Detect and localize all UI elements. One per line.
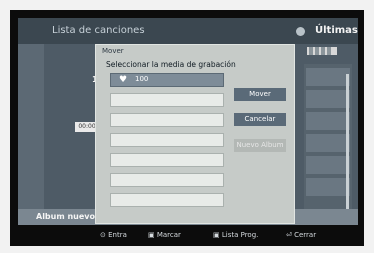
media-item[interactable] [110, 153, 224, 167]
album-label: Album nuevo [36, 212, 96, 221]
media-item[interactable] [110, 93, 224, 107]
right-list [304, 64, 352, 214]
recent-label: Últimas [315, 25, 358, 36]
footer-help: ⊙ Entra ▣ Marcar ▣ Lista Prog. ⏎ Cerrar [18, 229, 364, 243]
status-dot-icon [296, 27, 305, 36]
screen-title: Lista de canciones [52, 25, 145, 36]
footer-prog: ▣ Lista Prog. [213, 231, 259, 239]
media-item[interactable]: ♥ 100 [110, 73, 224, 87]
tv-screen: Lista de canciones Últimas 100 00:00 Alb… [10, 10, 364, 246]
move-dialog: Mover Seleccionar la media de grabación … [95, 44, 295, 224]
list-item[interactable] [306, 90, 350, 108]
media-item[interactable] [110, 173, 224, 187]
cancel-button[interactable]: Cancelar [234, 113, 286, 126]
footer-close: ⏎ Cerrar [286, 231, 317, 239]
dialog-instruction: Seleccionar la media de grabación [106, 60, 236, 69]
footer-entry: ⊙ Entra [100, 231, 127, 239]
media-item[interactable] [110, 193, 224, 207]
heart-icon: ♥ [119, 75, 128, 85]
media-item[interactable] [110, 113, 224, 127]
footer-select: ▣ Marcar [148, 231, 181, 239]
new-album-button[interactable]: Nuevo Album [234, 139, 286, 152]
move-button[interactable]: Mover [234, 88, 286, 101]
list-item[interactable] [306, 68, 350, 86]
media-item[interactable] [110, 133, 224, 147]
media-item-label: 100 [135, 75, 149, 83]
media-icon [307, 47, 337, 55]
left-column [18, 44, 44, 210]
title-bar: Lista de canciones Últimas [18, 18, 358, 44]
dialog-heading: Mover [102, 47, 124, 55]
list-item[interactable] [306, 156, 350, 174]
list-item[interactable] [306, 112, 350, 130]
scrollbar[interactable] [346, 74, 349, 214]
list-item[interactable] [306, 178, 350, 196]
list-item[interactable] [306, 134, 350, 152]
